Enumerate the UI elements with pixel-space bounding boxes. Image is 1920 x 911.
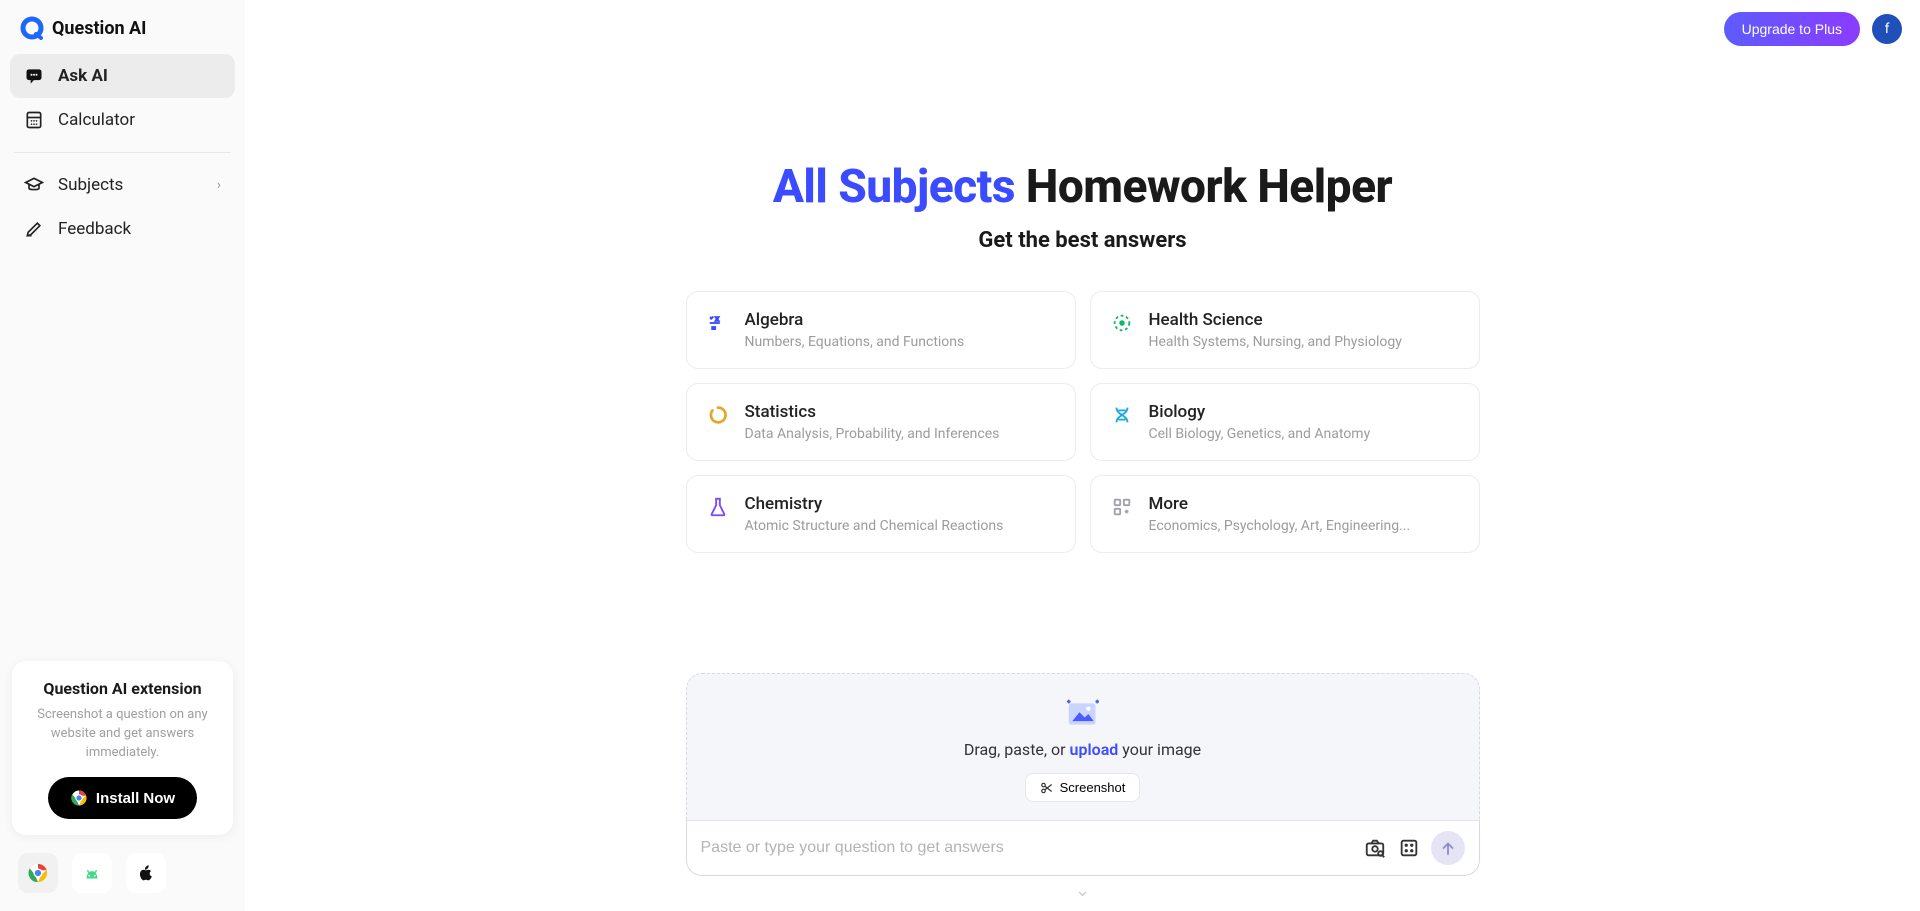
subject-name: Chemistry bbox=[745, 494, 1004, 514]
subject-description: Economics, Psychology, Art, Engineering.… bbox=[1149, 518, 1411, 534]
chevron-right-icon: › bbox=[217, 177, 221, 193]
subject-grid: x= Algebra Numbers, Equations, and Functio… bbox=[686, 291, 1480, 553]
title-rest: Homework Helper bbox=[1015, 160, 1392, 214]
hero: All Subjects Homework Helper Get the bes… bbox=[773, 160, 1392, 253]
chrome-icon bbox=[70, 789, 88, 807]
main-content: Upgrade to Plus f All Subjects Homework … bbox=[245, 0, 1920, 911]
algebra-icon: x= bbox=[707, 312, 729, 334]
input-zone: Drag, paste, or upload your image Screen… bbox=[686, 673, 1480, 901]
sidebar-item-subjects[interactable]: Subjects › bbox=[10, 163, 235, 207]
promo-title: Question AI extension bbox=[26, 679, 219, 698]
subject-name: Biology bbox=[1149, 402, 1371, 422]
subject-card-statistics[interactable]: Statistics Data Analysis, Probability, an… bbox=[686, 383, 1076, 461]
user-avatar[interactable]: f bbox=[1872, 14, 1902, 44]
question-bar bbox=[686, 820, 1480, 876]
sidebar-divider bbox=[14, 152, 231, 153]
svg-text:x: x bbox=[715, 314, 719, 323]
subject-name: Algebra bbox=[745, 310, 965, 330]
subject-card-more[interactable]: More Economics, Psychology, Art, Engineer… bbox=[1090, 475, 1480, 553]
install-now-button[interactable]: Install Now bbox=[48, 777, 197, 819]
upgrade-to-plus-button[interactable]: Upgrade to Plus bbox=[1724, 12, 1860, 46]
subject-description: Health Systems, Nursing, and Physiology bbox=[1149, 334, 1402, 350]
biology-icon bbox=[1111, 404, 1133, 426]
subject-card-health-science[interactable]: Health Science Health Systems, Nursing, a… bbox=[1090, 291, 1480, 369]
sidebar: Question AI Ask AI Calculator Subjects › bbox=[0, 0, 245, 911]
promo-description: Screenshot a question on any website and… bbox=[26, 706, 219, 763]
subject-description: Cell Biology, Genetics, and Anatomy bbox=[1149, 426, 1371, 442]
more-icon bbox=[1111, 496, 1133, 518]
subject-description: Atomic Structure and Chemical Reactions bbox=[745, 518, 1004, 534]
page-subtitle: Get the best answers bbox=[773, 228, 1392, 253]
install-label: Install Now bbox=[96, 790, 175, 807]
chrome-icon bbox=[27, 862, 49, 884]
android-store-button[interactable] bbox=[72, 853, 112, 893]
title-highlight: All Subjects bbox=[773, 160, 1015, 214]
sidebar-item-label: Subjects bbox=[58, 175, 123, 195]
send-button[interactable] bbox=[1431, 831, 1465, 865]
graduation-cap-icon bbox=[24, 175, 44, 195]
dropzone-text: Drag, paste, or upload your image bbox=[707, 740, 1459, 759]
sidebar-item-label: Feedback bbox=[58, 219, 131, 239]
brand-logo[interactable]: Question AI bbox=[10, 10, 235, 54]
chat-icon bbox=[24, 66, 44, 86]
sidebar-item-ask-ai[interactable]: Ask AI bbox=[10, 54, 235, 98]
brand-name: Question AI bbox=[52, 18, 146, 39]
upload-link[interactable]: upload bbox=[1070, 740, 1119, 759]
subject-card-algebra[interactable]: x= Algebra Numbers, Equations, and Functio… bbox=[686, 291, 1076, 369]
page-title: All Subjects Homework Helper bbox=[773, 160, 1392, 214]
screenshot-button[interactable]: Screenshot bbox=[1025, 773, 1141, 802]
sidebar-item-feedback[interactable]: Feedback bbox=[10, 207, 235, 251]
subject-description: Numbers, Equations, and Functions bbox=[745, 334, 965, 350]
topbar: Upgrade to Plus f bbox=[1724, 12, 1902, 46]
apple-store-button[interactable] bbox=[126, 853, 166, 893]
subject-card-chemistry[interactable]: Chemistry Atomic Structure and Chemical R… bbox=[686, 475, 1076, 553]
expand-down-icon[interactable]: ⌄ bbox=[686, 880, 1480, 901]
subject-name: More bbox=[1149, 494, 1411, 514]
subject-card-biology[interactable]: Biology Cell Biology, Genetics, and Anato… bbox=[1090, 383, 1480, 461]
android-icon bbox=[81, 862, 103, 884]
chrome-store-button[interactable] bbox=[18, 853, 58, 893]
subject-description: Data Analysis, Probability, and Inferenc… bbox=[745, 426, 1000, 442]
screenshot-label: Screenshot bbox=[1060, 780, 1126, 795]
statistics-icon bbox=[707, 404, 729, 426]
subject-name: Health Science bbox=[1149, 310, 1402, 330]
subject-name: Statistics bbox=[745, 402, 1000, 422]
extension-promo-card: Question AI extension Screenshot a quest… bbox=[12, 661, 233, 835]
sidebar-item-calculator[interactable]: Calculator bbox=[10, 98, 235, 142]
arrow-up-icon bbox=[1439, 839, 1457, 857]
scissors-icon bbox=[1040, 781, 1054, 795]
image-dropzone[interactable]: Drag, paste, or upload your image Screen… bbox=[686, 673, 1480, 821]
image-upload-icon bbox=[1065, 698, 1101, 730]
drop-suffix: your image bbox=[1118, 740, 1201, 759]
question-input[interactable] bbox=[701, 839, 1353, 857]
logo-icon bbox=[20, 16, 44, 40]
health-science-icon bbox=[1111, 312, 1133, 334]
store-links bbox=[10, 849, 235, 901]
apple-icon bbox=[135, 862, 157, 884]
calculator-icon bbox=[24, 110, 44, 130]
keypad-icon[interactable] bbox=[1397, 836, 1421, 860]
sidebar-item-label: Ask AI bbox=[58, 66, 108, 86]
svg-text:=: = bbox=[711, 323, 715, 332]
pencil-icon bbox=[24, 219, 44, 239]
camera-search-icon[interactable] bbox=[1363, 836, 1387, 860]
sidebar-item-label: Calculator bbox=[58, 110, 135, 130]
chemistry-icon bbox=[707, 496, 729, 518]
drop-prefix: Drag, paste, or bbox=[964, 740, 1070, 759]
